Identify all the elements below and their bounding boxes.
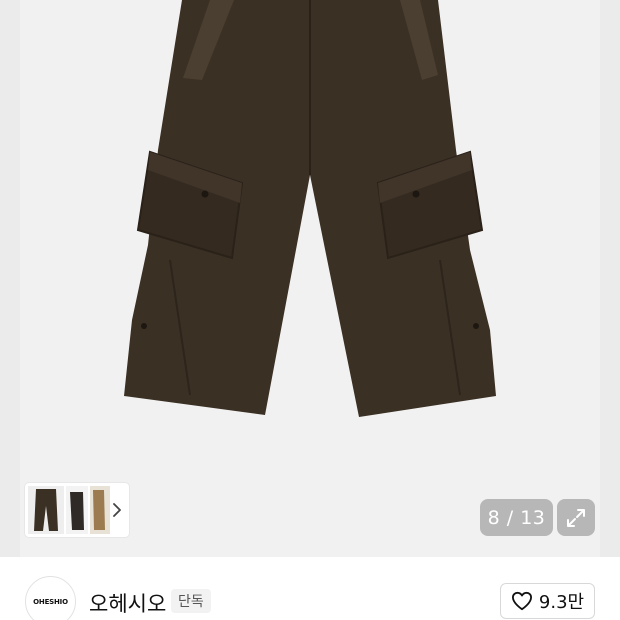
chevron-right-icon[interactable]: [111, 501, 123, 519]
image-counter: 8 / 13: [480, 499, 553, 536]
thumbnail-strip[interactable]: [25, 483, 129, 537]
heart-icon: [511, 591, 532, 611]
brand-logo[interactable]: OHESHIO: [25, 576, 76, 620]
exclusive-badge: 단독: [171, 589, 211, 613]
product-image-cargo-pants: [124, 0, 496, 417]
like-count: 9.3만: [538, 592, 585, 613]
product-image-frame: [20, 0, 600, 557]
thumbnail-images[interactable]: [28, 486, 112, 534]
expand-button[interactable]: [557, 499, 595, 536]
like-button[interactable]: 9.3만: [500, 583, 595, 619]
product-image-gallery[interactable]: 8 / 13: [0, 0, 620, 557]
brand-logo-text: OHESHIO: [33, 597, 68, 606]
expand-icon: [567, 508, 585, 527]
brand-bar: OHESHIO 오헤시오 단독 9.3만: [0, 557, 620, 620]
brand-name-link[interactable]: 오헤시오: [89, 588, 166, 618]
